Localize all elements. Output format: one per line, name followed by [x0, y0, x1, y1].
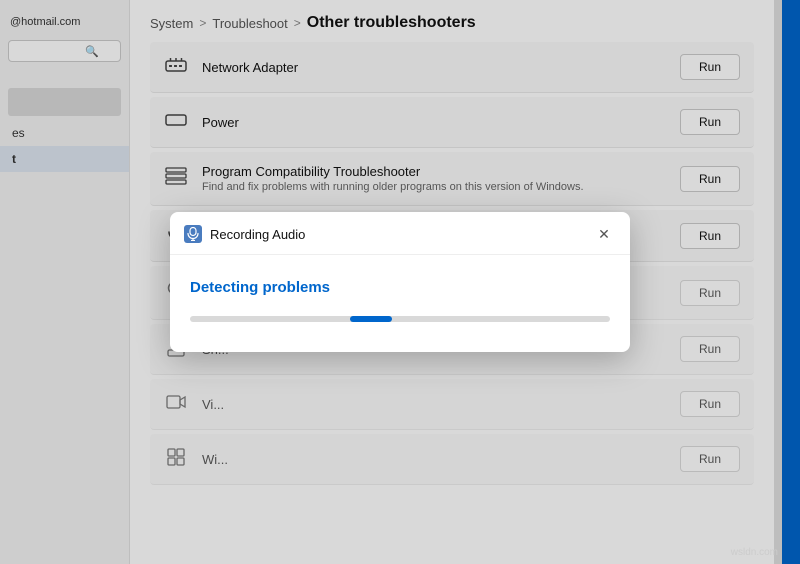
modal-detecting-text: Detecting problems [190, 279, 610, 296]
modal-close-button[interactable]: ✕ [592, 222, 616, 246]
modal-title-icon [184, 225, 202, 243]
modal-body: Detecting problems [170, 255, 630, 352]
modal-title-text: Recording Audio [210, 227, 305, 242]
progress-bar-track [190, 316, 610, 322]
watermark: wsldn.com [731, 547, 778, 558]
modal-titlebar: Recording Audio ✕ [170, 212, 630, 255]
modal-title-row: Recording Audio [184, 225, 305, 243]
recording-audio-modal: Recording Audio ✕ Detecting problems [170, 212, 630, 352]
modal-overlay: Recording Audio ✕ Detecting problems [0, 0, 800, 564]
progress-bar-fill [350, 316, 392, 322]
